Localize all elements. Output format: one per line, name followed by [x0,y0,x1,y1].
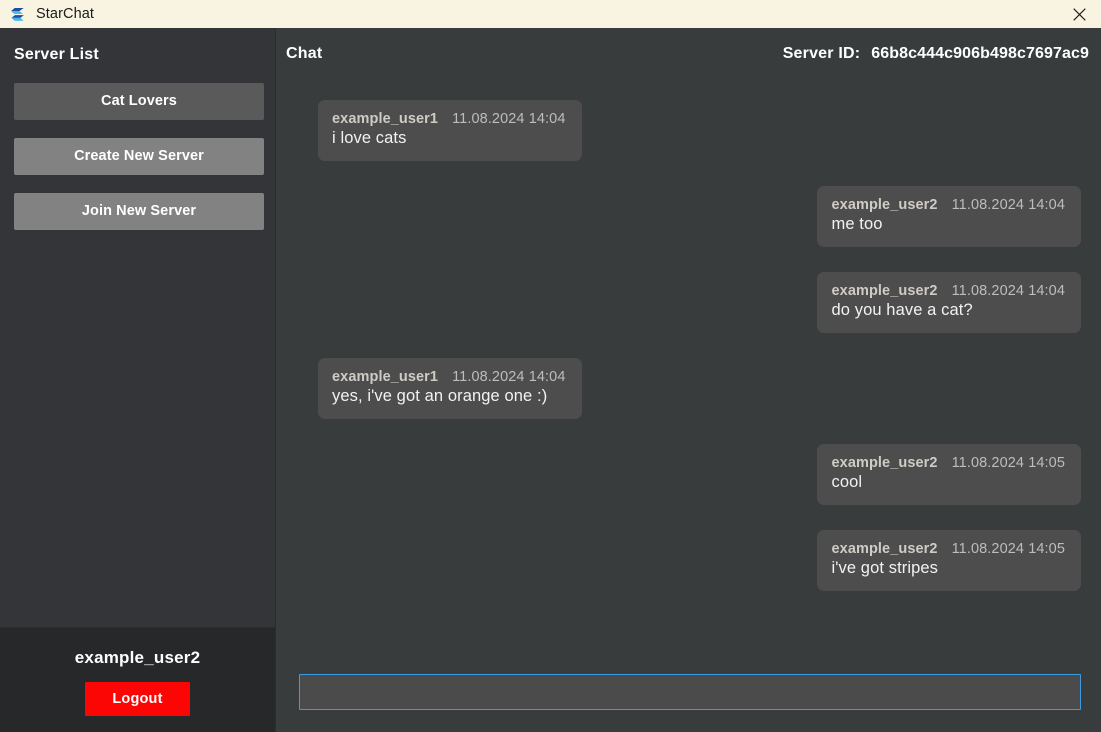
message-header: example_user2 11.08.2024 14:05 [831,541,1065,557]
chat-heading: Chat [286,45,323,62]
message-bubble[interactable]: example_user1 11.08.2024 14:04 yes, i've g… [318,358,582,419]
message-row: example_user2 11.08.2024 14:04 me too [817,186,1081,247]
message-timestamp: 11.08.2024 14:04 [452,369,566,385]
message-row: example_user2 11.08.2024 14:04 do you have… [817,272,1081,333]
message-bubble[interactable]: example_user2 11.08.2024 14:04 me too [817,186,1081,247]
message-text: do you have a cat? [831,301,973,319]
message-row: example_user1 11.08.2024 14:04 yes, i've g… [318,358,582,419]
join-new-server-button[interactable]: Join New Server [14,193,264,230]
message-list[interactable]: example_user1 11.08.2024 14:04 i love cats… [276,80,1101,652]
message-composer [276,652,1101,732]
message-bubble[interactable]: example_user2 11.08.2024 14:05 i've got st… [817,530,1081,591]
message-timestamp: 11.08.2024 14:05 [951,455,1065,471]
current-username: example_user2 [74,648,201,667]
message-text: yes, i've got an orange one :) [332,387,548,405]
logout-button[interactable]: Logout [85,682,190,716]
window-titlebar: StarChat [0,0,1101,28]
message-author: example_user2 [831,455,938,471]
create-new-server-button[interactable]: Create New Server [14,138,264,175]
main-body: Server List Cat Lovers Create New Server… [0,28,1101,732]
message-text: cool [831,473,863,491]
close-icon[interactable] [1057,0,1101,28]
message-bubble[interactable]: example_user2 11.08.2024 14:05 cool [817,444,1081,505]
message-row: example_user2 11.08.2024 14:05 cool [817,444,1081,505]
account-panel: example_user2 Logout [0,627,275,732]
starchat-logo-icon [8,5,27,24]
server-list-heading: Server List [14,46,99,63]
message-header: example_user2 11.08.2024 14:04 [831,197,1065,213]
message-header: example_user2 11.08.2024 14:04 [831,283,1065,299]
server-id-value[interactable]: 66b8c444c906b498c7697ac9 [871,45,1089,63]
sidebar-item-cat-lovers[interactable]: Cat Lovers [14,83,264,120]
message-header: example_user1 11.08.2024 14:04 [332,369,566,385]
message-author: example_user2 [831,283,938,299]
message-input[interactable] [299,674,1081,710]
message-bubble[interactable]: example_user1 11.08.2024 14:04 i love cats [318,100,582,161]
sidebar-top: Server List Cat Lovers Create New Server… [0,28,275,627]
chat-header: Chat Server ID: 66b8c444c906b498c7697ac9 [276,28,1101,80]
message-row: example_user2 11.08.2024 14:05 i've got st… [817,530,1081,591]
message-bubble[interactable]: example_user2 11.08.2024 14:04 do you have… [817,272,1081,333]
chat-panel: Chat Server ID: 66b8c444c906b498c7697ac9… [276,28,1101,732]
server-id-label: Server ID: [782,45,861,62]
message-header: example_user1 11.08.2024 14:04 [332,111,566,127]
message-row: example_user1 11.08.2024 14:04 i love cats [318,100,582,161]
message-author: example_user2 [831,541,938,557]
message-text: me too [831,215,883,233]
starchat-window: StarChat Server List Cat Lovers Create N… [0,0,1101,732]
message-header: example_user2 11.08.2024 14:05 [831,455,1065,471]
message-author: example_user1 [332,369,439,385]
sidebar: Server List Cat Lovers Create New Server… [0,28,276,732]
message-author: example_user1 [332,111,439,127]
message-timestamp: 11.08.2024 14:04 [951,283,1065,299]
message-text: i've got stripes [831,559,939,577]
message-timestamp: 11.08.2024 14:05 [951,541,1065,557]
message-timestamp: 11.08.2024 14:04 [452,111,566,127]
window-title: StarChat [36,6,95,22]
message-timestamp: 11.08.2024 14:04 [951,197,1065,213]
message-text: i love cats [332,129,407,147]
message-author: example_user2 [831,197,938,213]
server-id-display: Server ID: 66b8c444c906b498c7697ac9 [783,45,1089,63]
